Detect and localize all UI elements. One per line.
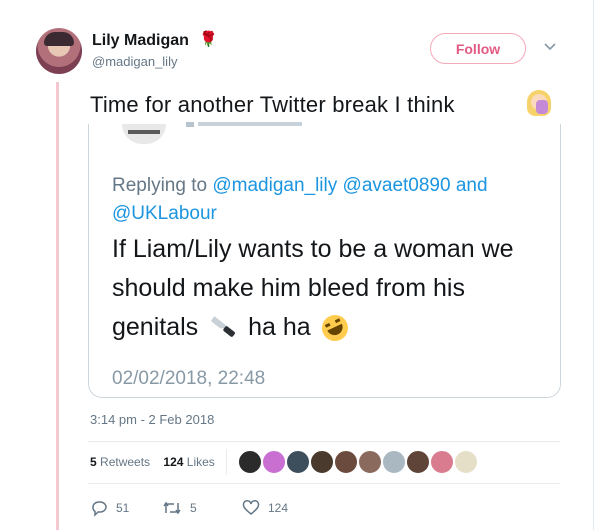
- liker-avatar[interactable]: [430, 450, 454, 474]
- quoted-tweet-text: If Liam/Lily wants to be a woman we shou…: [112, 230, 552, 347]
- quoted-date: 02/02/2018, 22:48: [112, 368, 266, 389]
- facepalm-emoji-icon: [527, 90, 551, 116]
- follow-button[interactable]: Follow: [430, 33, 526, 64]
- liker-avatar[interactable]: [358, 450, 382, 474]
- divider-vertical: [226, 449, 227, 475]
- mention-joiner: and: [455, 175, 488, 196]
- liker-avatar[interactable]: [382, 450, 406, 474]
- reply-count: 51: [116, 501, 130, 515]
- frame-edge: [593, 0, 594, 530]
- liker-avatar[interactable]: [262, 450, 286, 474]
- quoted-handle-cropped: [186, 122, 302, 127]
- retweet-icon: [163, 501, 181, 515]
- retweet-action[interactable]: 5: [162, 498, 197, 518]
- likes-label[interactable]: Likes: [187, 455, 215, 469]
- retweet-count: 5: [190, 501, 197, 515]
- likes-count[interactable]: 124: [163, 455, 183, 469]
- avatar[interactable]: [36, 28, 82, 74]
- display-name[interactable]: Lily Madigan: [92, 32, 189, 50]
- like-action[interactable]: 124: [242, 498, 288, 518]
- replying-prefix: Replying to: [112, 175, 208, 196]
- reply-action[interactable]: 51: [90, 498, 129, 518]
- liker-avatar[interactable]: [406, 450, 430, 474]
- mention-link[interactable]: @avaet0890: [343, 175, 451, 196]
- rofl-emoji-icon: [317, 311, 352, 346]
- user-handle[interactable]: @madigan_lily: [92, 54, 177, 69]
- divider: [88, 441, 560, 442]
- engagement-stats: 5 Retweets 124 Likes: [90, 455, 215, 469]
- retweets-label[interactable]: Retweets: [100, 455, 150, 469]
- knife-emoji-icon: [208, 314, 239, 342]
- tweet-timestamp[interactable]: 3:14 pm - 2 Feb 2018: [90, 412, 214, 427]
- retweets-count[interactable]: 5: [90, 455, 97, 469]
- chevron-down-icon[interactable]: [543, 40, 557, 54]
- like-count: 124: [268, 501, 289, 515]
- quoted-text-part1: If Liam/Lily wants to be a woman we shou…: [112, 235, 514, 341]
- liker-avatar[interactable]: [238, 450, 262, 474]
- liker-avatar[interactable]: [310, 450, 334, 474]
- mention-link[interactable]: @UKLabour: [112, 203, 217, 224]
- liker-avatar[interactable]: [334, 450, 358, 474]
- replying-to-line: Replying to @madigan_lily @avaet0890 and…: [112, 172, 542, 228]
- liker-avatar[interactable]: [454, 450, 478, 474]
- tweet-text: Time for another Twitter break I think: [90, 92, 455, 117]
- heart-icon: [242, 500, 260, 515]
- quoted-text-part2: ha ha: [248, 313, 311, 341]
- liker-avatar[interactable]: [286, 450, 310, 474]
- rose-emoji-icon: 🌹: [199, 31, 218, 48]
- reply-icon: [92, 501, 107, 517]
- divider: [88, 483, 560, 484]
- mention-link[interactable]: @madigan_lily: [212, 175, 337, 196]
- thread-line: [56, 82, 59, 530]
